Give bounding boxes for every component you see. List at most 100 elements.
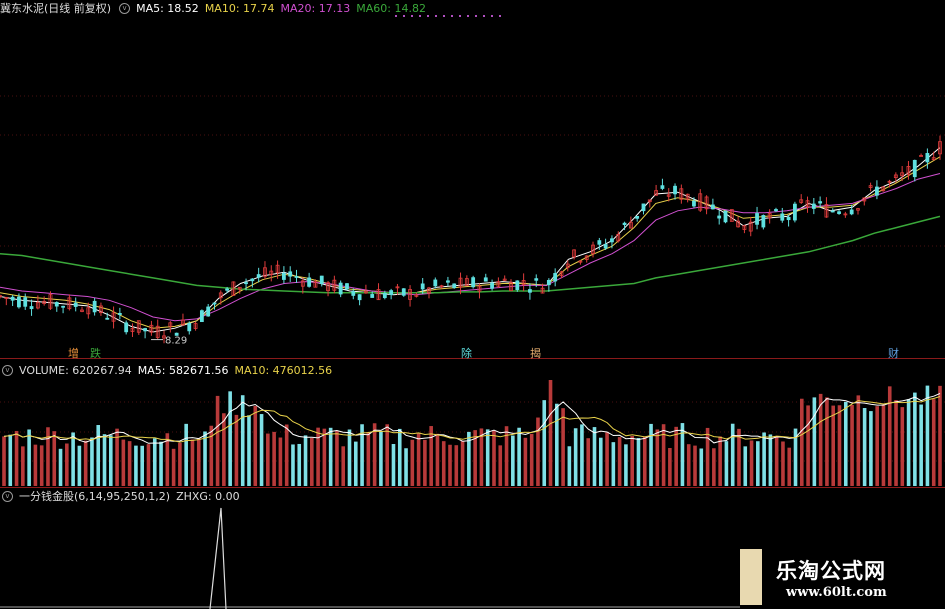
stock-title[interactable]: 冀东水泥(日线 前复权)	[0, 0, 111, 16]
volume-bar	[46, 427, 50, 486]
candle-body	[212, 302, 217, 305]
top-signal-dot	[451, 15, 453, 17]
volume-bar	[448, 444, 452, 486]
volume-bar	[140, 445, 145, 486]
volume-bar	[787, 447, 792, 486]
volume-bar	[297, 443, 302, 486]
volume-bar	[875, 406, 879, 486]
volume-bar	[850, 404, 854, 486]
volume-bar	[856, 395, 861, 486]
volume-bar	[291, 444, 295, 486]
volume-bar	[598, 437, 603, 486]
volume-bar	[39, 445, 44, 486]
candle-body	[528, 289, 532, 293]
volume-bar	[511, 435, 515, 486]
candle-body	[307, 277, 312, 287]
candle-body	[256, 274, 261, 278]
candle-body	[10, 296, 15, 301]
volume-bar	[21, 446, 25, 486]
volume-bar	[668, 448, 672, 486]
low-price-label: 8.29	[165, 336, 187, 347]
candle-body	[433, 279, 438, 287]
ma-line-ma10	[0, 156, 941, 329]
volume-bar	[65, 443, 69, 486]
watermark-logo-icon	[740, 549, 762, 605]
ma-line-ma5	[0, 147, 941, 333]
volume-panel-header: v VOLUME: 620267.94 MA5: 582671.56 MA10:…	[0, 363, 338, 377]
watermark-url: www.60lt.com	[786, 585, 887, 600]
volume-bar	[561, 408, 565, 486]
candle-body	[401, 288, 406, 296]
volume-bar	[749, 440, 754, 486]
volume-bar	[887, 386, 892, 486]
volume-bar	[699, 448, 704, 486]
volume-bar	[768, 434, 773, 486]
ma5-value: MA5: 18.52	[136, 1, 199, 15]
volume-bar	[825, 397, 829, 486]
volume-bar	[567, 446, 572, 486]
candle-body	[597, 240, 602, 245]
volume-bar	[894, 400, 898, 486]
stock-chart-canvas[interactable]: 8.29	[0, 0, 945, 609]
volume-bar	[869, 411, 873, 486]
candle-body	[534, 278, 539, 281]
candle-body	[281, 272, 286, 280]
volume-bar	[2, 436, 6, 486]
volume-bar	[121, 439, 126, 486]
volume-bar	[586, 438, 591, 486]
candle-body	[761, 215, 766, 228]
top-signal-dot	[475, 15, 477, 17]
candle-body	[420, 283, 425, 290]
panel-separator[interactable]	[0, 358, 945, 359]
volume-bar	[523, 437, 528, 486]
zhxg-signal-spike	[209, 507, 227, 609]
candle-body	[319, 275, 324, 284]
candle-body	[849, 209, 854, 215]
volume-bar	[240, 395, 245, 486]
volume-bar	[423, 439, 427, 486]
volume-bar	[843, 401, 848, 486]
indicator-name[interactable]: 一分钱金股(6,14,95,250,1,2)	[19, 488, 170, 504]
volume-bar	[931, 399, 936, 486]
volume-bar	[611, 442, 616, 486]
volume-bar	[159, 441, 163, 486]
volume-bar	[479, 428, 484, 486]
volume-bar	[171, 448, 176, 486]
volume-bar	[14, 430, 19, 486]
volume-bar	[90, 437, 94, 486]
site-watermark: 乐淘公式网 www.60lt.com	[740, 547, 945, 609]
volume-bar	[71, 432, 75, 486]
volume-bar	[730, 423, 735, 486]
candle-body	[610, 238, 614, 243]
volume-bar	[259, 414, 264, 486]
event-marker[interactable]: 揭	[530, 345, 541, 361]
candle-body	[660, 185, 665, 189]
candle-body	[641, 203, 646, 212]
volume-bar	[8, 434, 13, 486]
candle-body	[546, 279, 551, 286]
top-signal-dot	[443, 15, 445, 17]
volume-bar	[247, 415, 251, 486]
volume-bar	[278, 437, 283, 486]
candle-body	[389, 290, 394, 296]
event-marker[interactable]: 财	[888, 345, 899, 361]
candle-body	[370, 294, 375, 298]
event-marker[interactable]: 除	[461, 345, 472, 361]
volume-bar	[322, 428, 327, 486]
candle-body	[446, 280, 450, 283]
settings-toggle-icon[interactable]: v	[2, 364, 13, 376]
volume-bar	[228, 391, 232, 486]
volume-bar	[52, 431, 57, 486]
volume-bar	[353, 441, 358, 486]
event-marker[interactable]: 跌	[90, 345, 101, 361]
top-signal-dot	[411, 15, 413, 17]
candle-body	[351, 291, 356, 296]
ma60-value: MA60: 14.82	[356, 1, 426, 15]
settings-toggle-icon[interactable]: v	[2, 490, 13, 502]
candle-body	[471, 277, 476, 288]
volume-ma10-value: MA10: 476012.56	[234, 363, 333, 377]
volume-bar	[134, 445, 138, 486]
settings-toggle-icon[interactable]: v	[119, 2, 131, 14]
volume-bar	[316, 427, 320, 486]
event-marker[interactable]: 增	[68, 345, 79, 361]
